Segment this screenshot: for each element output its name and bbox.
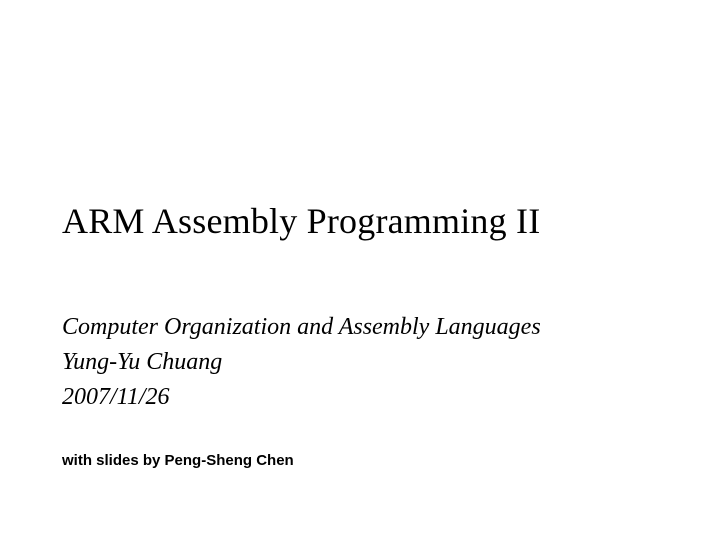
slide-title: ARM Assembly Programming II <box>62 200 540 242</box>
slide-subtitle: Computer Organization and Assembly Langu… <box>62 310 541 414</box>
slide-date: 2007/11/26 <box>62 380 541 415</box>
author-name: Yung-Yu Chuang <box>62 345 541 380</box>
slide-credit: with slides by Peng-Sheng Chen <box>62 452 294 469</box>
course-name: Computer Organization and Assembly Langu… <box>62 310 541 345</box>
slide: ARM Assembly Programming II Computer Org… <box>0 0 720 540</box>
